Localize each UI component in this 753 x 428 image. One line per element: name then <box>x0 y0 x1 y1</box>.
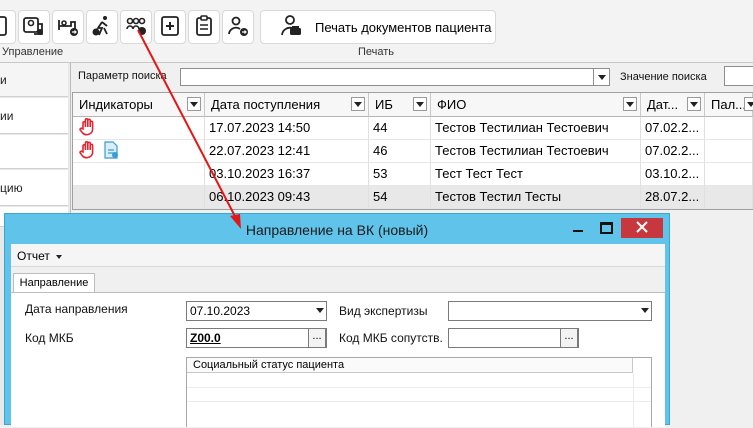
annotation-arrow <box>137 29 241 229</box>
